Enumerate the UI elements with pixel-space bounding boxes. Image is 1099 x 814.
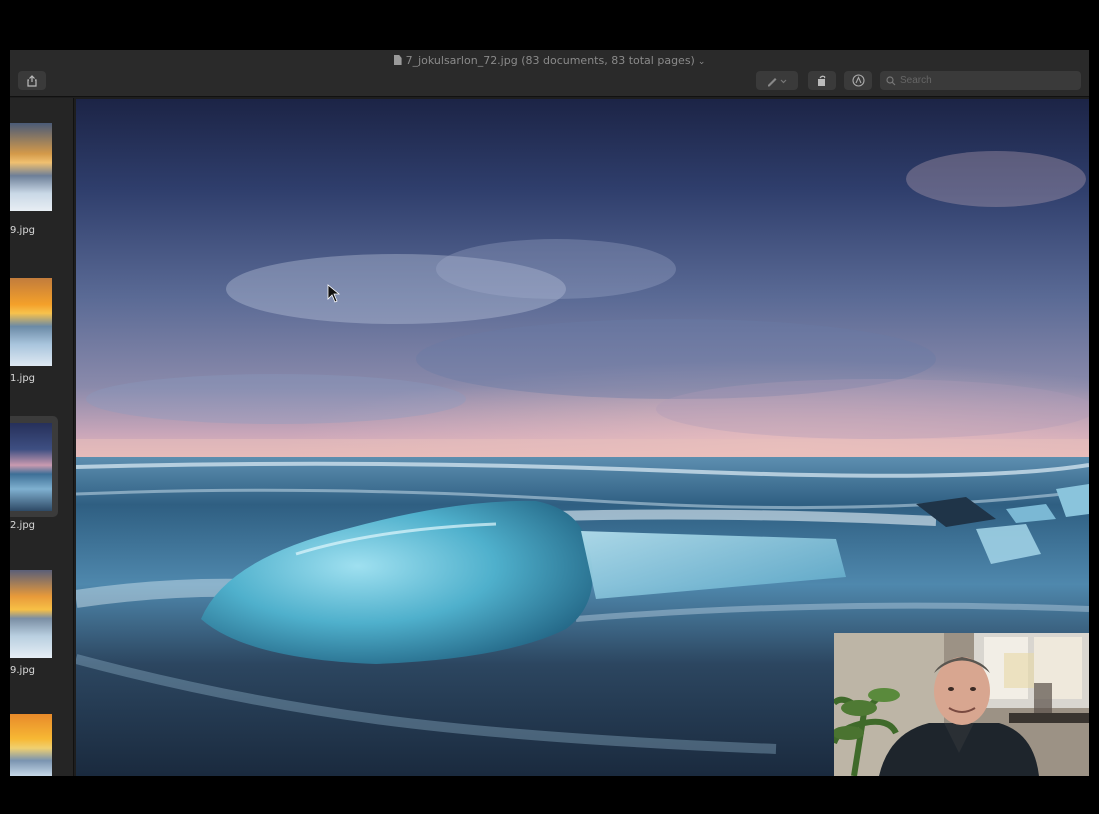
share-button[interactable]	[18, 71, 46, 90]
rotate-button[interactable]	[808, 71, 836, 90]
thumbnail-label: 9.jpg	[10, 225, 36, 236]
thumbnail-image	[10, 278, 52, 366]
markup-button[interactable]	[756, 71, 798, 90]
preview-window: 7_jokulsarlon_72.jpg (83 documents, 83 t…	[10, 50, 1089, 776]
rotate-icon	[818, 75, 826, 86]
window-title[interactable]: 7_jokulsarlon_72.jpg (83 documents, 83 t…	[10, 54, 1089, 67]
annotate-icon	[851, 74, 865, 87]
search-icon	[886, 75, 896, 85]
pencil-markup-icon	[768, 77, 787, 86]
document-icon	[393, 55, 402, 65]
thumbnail-sidebar: 9.jpg 1.jpg 2.jpg 9.jpg	[10, 98, 74, 776]
thumbnail-image	[10, 714, 52, 776]
toolbar: 7_jokulsarlon_72.jpg (83 documents, 83 t…	[10, 50, 1089, 97]
thumbnail-image	[10, 123, 52, 211]
share-icon	[27, 74, 37, 87]
thumbnail-label: 1.jpg	[10, 373, 36, 384]
search-input[interactable]	[900, 75, 1070, 86]
thumbnail-image	[10, 570, 52, 658]
thumbnail-label: 9.jpg	[10, 665, 36, 676]
chevron-down-icon: ⌄	[697, 57, 706, 67]
thumbnail-label: 2.jpg	[10, 520, 36, 531]
presenter-video	[834, 633, 1089, 776]
webcam-overlay	[834, 633, 1089, 776]
annotate-button[interactable]	[844, 71, 872, 90]
search-field[interactable]	[880, 71, 1081, 90]
window-title-text: 7_jokulsarlon_72.jpg (83 documents, 83 t…	[405, 54, 695, 67]
thumbnail-image	[10, 423, 52, 511]
